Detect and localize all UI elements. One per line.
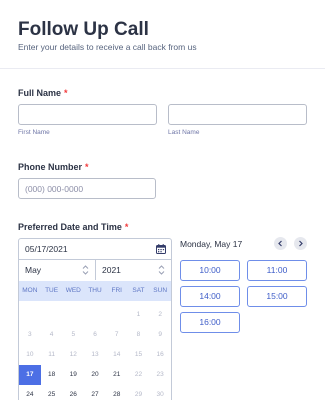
calendar-day[interactable]: 2 xyxy=(149,305,171,325)
calendar-icon[interactable] xyxy=(156,244,166,254)
calendar-day-selected[interactable]: 17 xyxy=(19,365,41,385)
calendar-day[interactable]: 15 xyxy=(128,345,150,365)
chevron-left-icon xyxy=(278,240,282,247)
up-down-icon xyxy=(82,265,89,275)
weekday-mon: MON xyxy=(22,287,38,294)
required-marker: * xyxy=(124,222,129,232)
calendar-day-empty xyxy=(62,305,84,325)
calendar-day[interactable]: 26 xyxy=(62,385,84,400)
date-value: 05/17/2021 xyxy=(25,244,68,254)
first-name-sublabel: First Name xyxy=(18,129,50,136)
required-marker: * xyxy=(85,162,89,172)
calendar-day[interactable]: 28 xyxy=(106,385,128,400)
calendar-day[interactable]: 10 xyxy=(19,345,41,365)
calendar-day[interactable]: 7 xyxy=(106,325,128,345)
time-slot[interactable]: 10:00 xyxy=(180,260,240,281)
chevron-right-icon xyxy=(299,240,303,247)
calendar-week-row: 3456789 xyxy=(19,325,171,345)
calendar-day[interactable]: 21 xyxy=(106,365,128,385)
calendar-day[interactable]: 22 xyxy=(128,365,150,385)
calendar-day-empty xyxy=(106,305,128,325)
calendar-day[interactable]: 29 xyxy=(128,385,150,400)
weekday-wed: WED xyxy=(65,287,81,294)
first-name-input[interactable] xyxy=(18,104,157,125)
weekday-tue: TUE xyxy=(45,287,59,294)
calendar-day-empty xyxy=(84,305,106,325)
calendar-day-empty xyxy=(41,305,63,325)
weekday-header: MON TUE WED THU FRI SAT SUN xyxy=(19,281,171,301)
year-select[interactable]: 2021 xyxy=(96,260,171,280)
form-header: Follow Up Call Enter your details to rec… xyxy=(0,0,325,69)
date-time-label: Preferred Date and Time * xyxy=(18,222,128,232)
calendar-day[interactable]: 25 xyxy=(41,385,63,400)
calendar-day-empty xyxy=(19,305,41,325)
weekday-thu: THU xyxy=(88,287,102,294)
calendar-day[interactable]: 14 xyxy=(106,345,128,365)
calendar-day[interactable]: 12 xyxy=(62,345,84,365)
calendar-day[interactable]: 24 xyxy=(19,385,41,400)
calendar-day[interactable]: 6 xyxy=(84,325,106,345)
calendar-grid: 1 2 3 4 5 6 7 8 9 10 11 12 13 14 15 16 17 18 19 20 21 22 23 24 2… xyxy=(19,305,171,400)
time-slot[interactable]: 15:00 xyxy=(247,286,307,307)
calendar-day[interactable]: 20 xyxy=(84,365,106,385)
weekday-fri: FRI xyxy=(111,287,122,294)
month-value: May xyxy=(25,265,42,275)
phone-label: Phone Number * xyxy=(18,162,89,172)
year-value: 2021 xyxy=(102,265,121,275)
time-slot[interactable]: 16:00 xyxy=(180,312,240,333)
full-name-label: Full Name * xyxy=(18,88,68,98)
calendar-day[interactable]: 23 xyxy=(149,365,171,385)
calendar-day[interactable]: 27 xyxy=(84,385,106,400)
calendar-day[interactable]: 30 xyxy=(149,385,171,400)
last-name-sublabel: Last Name xyxy=(168,129,200,136)
calendar-day[interactable]: 1 xyxy=(128,305,150,325)
full-name-label-text: Full Name xyxy=(18,88,62,98)
calendar-day[interactable]: 19 xyxy=(62,365,84,385)
calendar-day[interactable]: 8 xyxy=(128,325,150,345)
time-slot[interactable]: 11:00 xyxy=(247,260,307,281)
calendar-day[interactable]: 9 xyxy=(149,325,171,345)
selected-day-label: Monday, May 17 xyxy=(180,239,243,249)
date-input[interactable]: 05/17/2021 xyxy=(19,239,171,260)
calendar-day[interactable]: 3 xyxy=(19,325,41,345)
month-select[interactable]: May xyxy=(19,260,96,280)
calendar-day[interactable]: 5 xyxy=(62,325,84,345)
prev-day-button[interactable] xyxy=(274,237,287,250)
calendar-week-row: 10 11 12 13 14 15 16 xyxy=(19,345,171,365)
date-picker: 05/17/2021 May 2021 MON TUE WED THU FRI … xyxy=(18,238,172,400)
calendar-day[interactable]: 13 xyxy=(84,345,106,365)
calendar-day[interactable]: 16 xyxy=(149,345,171,365)
calendar-week-row: 17 18 19 20 21 22 23 xyxy=(19,365,171,385)
up-down-icon xyxy=(158,265,165,275)
form-subtitle: Enter your details to receive a call bac… xyxy=(18,42,197,52)
phone-input[interactable] xyxy=(18,178,156,199)
calendar-week-row: 24 25 26 27 28 29 30 xyxy=(19,385,171,400)
time-slot[interactable]: 14:00 xyxy=(180,286,240,307)
calendar-day[interactable]: 4 xyxy=(41,325,63,345)
weekday-sun: SUN xyxy=(153,287,168,294)
phone-label-text: Phone Number xyxy=(18,162,83,172)
calendar-day[interactable]: 18 xyxy=(41,365,63,385)
calendar-day[interactable]: 11 xyxy=(41,345,63,365)
calendar-week-row: 12 xyxy=(19,305,171,325)
last-name-input[interactable] xyxy=(168,104,307,125)
next-day-button[interactable] xyxy=(294,237,307,250)
date-time-label-text: Preferred Date and Time xyxy=(18,222,122,232)
weekday-sat: SAT xyxy=(132,287,145,294)
form-title: Follow Up Call xyxy=(18,19,149,40)
required-marker: * xyxy=(64,88,68,98)
